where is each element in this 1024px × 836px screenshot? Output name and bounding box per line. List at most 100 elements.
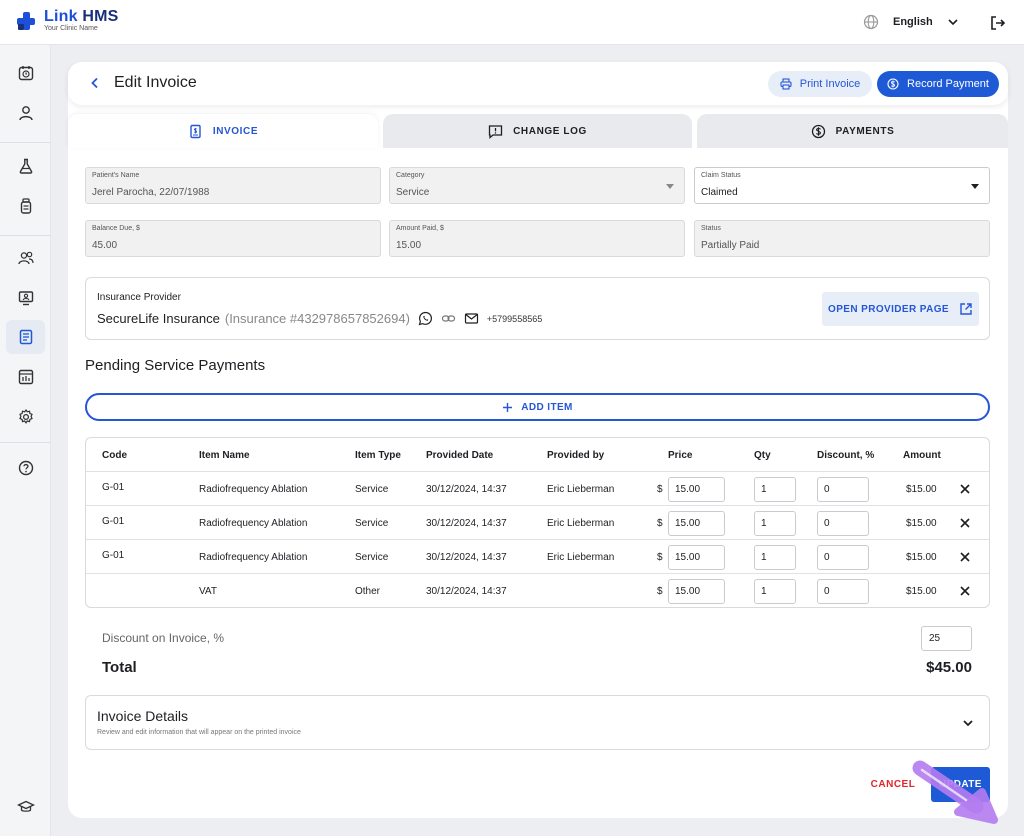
row-price-input[interactable]: 15.00	[668, 545, 725, 570]
sidebar-item-settings[interactable]	[6, 400, 45, 434]
remove-row-icon[interactable]	[958, 550, 972, 564]
row-discount-input[interactable]: 0	[817, 579, 869, 604]
row-item-name: Radiofrequency Ablation	[199, 552, 308, 563]
remove-row-icon[interactable]	[958, 516, 972, 530]
users-icon	[17, 251, 34, 265]
amount-paid-field[interactable]: Amount Paid, $ 15.00	[389, 220, 685, 257]
tab-change-log[interactable]: CHANGE LOG	[383, 114, 692, 148]
remove-row-icon[interactable]	[958, 584, 972, 598]
row-code: G-01	[102, 550, 125, 561]
row-qty-input[interactable]: 1	[754, 545, 796, 570]
amount-paid-label: Amount Paid, $	[396, 225, 444, 232]
sidebar-item-telemedicine[interactable]	[6, 281, 45, 315]
tab-payments[interactable]: PAYMENTS	[697, 114, 1008, 148]
user-icon	[18, 106, 33, 121]
row-amount: $15.00	[906, 552, 937, 563]
logout-icon[interactable]	[989, 14, 1007, 32]
report-chart-icon	[18, 369, 33, 385]
chevron-down-icon	[948, 19, 958, 26]
page-title: Edit Invoice	[114, 74, 197, 91]
back-arrow-icon[interactable]	[88, 76, 102, 90]
row-discount-input[interactable]: 0	[817, 545, 869, 570]
print-invoice-label: Print Invoice	[799, 78, 861, 90]
row-qty-input[interactable]: 1	[754, 477, 796, 502]
row-provided-by: Eric Lieberman	[547, 518, 615, 529]
sidebar-item-academy[interactable]	[6, 790, 45, 824]
category-select[interactable]: Category Service	[389, 167, 685, 204]
row-price-input[interactable]: 15.00	[668, 477, 725, 502]
sidebar-item-patients[interactable]	[6, 96, 45, 130]
mail-icon[interactable]	[464, 311, 479, 326]
link-icon[interactable]	[441, 311, 456, 326]
row-provided-by: Eric Lieberman	[547, 484, 615, 495]
app-logo[interactable]: Link HMS Your Clinic Name	[16, 9, 119, 33]
table-row: G-01 Radiofrequency Ablation Service 30/…	[86, 472, 989, 506]
invoice-details-subtitle: Review and edit information that will ap…	[97, 729, 301, 736]
help-circle-icon	[18, 460, 33, 476]
calendar-clock-icon	[18, 66, 33, 81]
category-value: Service	[396, 187, 430, 198]
invoice-discount-input[interactable]: 25	[921, 626, 972, 651]
app-subtitle: Your Clinic Name	[44, 25, 98, 32]
gear-icon	[18, 408, 33, 424]
tab-invoice-label: INVOICE	[212, 125, 259, 137]
chevron-down-icon	[963, 720, 973, 727]
claim-status-value: Claimed	[701, 187, 738, 198]
remove-row-icon[interactable]	[958, 482, 972, 496]
invoice-details-title: Invoice Details	[97, 708, 189, 724]
row-price-input[interactable]: 15.00	[668, 579, 725, 604]
category-label: Category	[396, 172, 425, 179]
row-item-name: Radiofrequency Ablation	[199, 518, 308, 529]
sidebar-item-help[interactable]	[6, 451, 45, 485]
sidebar-item-pharmacy[interactable]	[6, 189, 45, 223]
balance-due-field[interactable]: Balance Due, $ 45.00	[85, 220, 381, 257]
row-qty-input[interactable]: 1	[754, 579, 796, 604]
sidebar-item-reports[interactable]	[6, 360, 45, 394]
row-item-type: Service	[355, 484, 389, 495]
print-invoice-button[interactable]: Print Invoice	[768, 71, 872, 97]
pending-services-table: Code Item Name Item Type Provided Date P…	[85, 437, 990, 608]
header-item-type: Item Type	[355, 450, 401, 461]
insurance-phone[interactable]: +5799558565	[487, 314, 542, 324]
patient-name-value: Jerel Parocha, 22/07/1988	[92, 187, 210, 198]
open-provider-page-button[interactable]: OPEN PROVIDER PAGE	[822, 292, 979, 326]
insurance-provider-card: Insurance Provider SecureLife Insurance …	[85, 277, 990, 340]
top-bar: Link HMS Your Clinic Name English	[0, 0, 1024, 45]
insurance-provider-info: SecureLife Insurance (Insurance #4329786…	[97, 311, 542, 326]
row-provided-date: 30/12/2024, 14:37	[426, 484, 507, 495]
whatsapp-icon[interactable]	[418, 311, 433, 326]
row-qty-input[interactable]: 1	[754, 511, 796, 536]
invoice-discount-label: Discount on Invoice, %	[102, 631, 225, 645]
row-discount-input[interactable]: 0	[817, 477, 869, 502]
invoice-details-accordion[interactable]: Invoice Details Review and edit informat…	[85, 695, 990, 750]
language-label: English	[893, 16, 933, 28]
sidebar-item-billing[interactable]	[6, 320, 45, 354]
tab-bar: INVOICE CHANGE LOG PAYMENTS	[68, 114, 1008, 148]
language-selector[interactable]: English	[863, 14, 959, 30]
row-provided-date: 30/12/2024, 14:37	[426, 552, 507, 563]
add-item-button[interactable]: ADD ITEM	[85, 393, 990, 421]
sidebar-item-lab[interactable]	[6, 149, 45, 183]
pointer-arrow-icon	[912, 760, 998, 824]
invoice-icon	[190, 124, 201, 138]
header-code: Code	[102, 450, 127, 461]
tab-invoice[interactable]: INVOICE	[68, 114, 378, 148]
balance-due-value: 45.00	[92, 240, 118, 251]
header-item-name: Item Name	[199, 450, 250, 461]
record-payment-button[interactable]: Record Payment	[877, 71, 999, 97]
patient-name-field[interactable]: Patient's Name Jerel Parocha, 22/07/1988	[85, 167, 381, 204]
sidebar-item-appointments[interactable]	[6, 56, 45, 90]
row-price-input[interactable]: 15.00	[668, 511, 725, 536]
row-currency: $	[657, 552, 663, 563]
open-provider-label: OPEN PROVIDER PAGE	[828, 303, 949, 315]
sidebar-item-staff[interactable]	[6, 241, 45, 275]
external-link-icon	[960, 303, 972, 315]
claim-status-select[interactable]: Claim Status Claimed	[694, 167, 990, 204]
status-field[interactable]: Status Partially Paid	[694, 220, 990, 257]
header-discount: Discount, %	[817, 450, 875, 461]
flask-icon	[19, 158, 32, 174]
row-discount-input[interactable]: 0	[817, 511, 869, 536]
record-payment-label: Record Payment	[907, 78, 989, 90]
amount-paid-value: 15.00	[396, 240, 422, 251]
caret-down-icon	[971, 184, 979, 189]
